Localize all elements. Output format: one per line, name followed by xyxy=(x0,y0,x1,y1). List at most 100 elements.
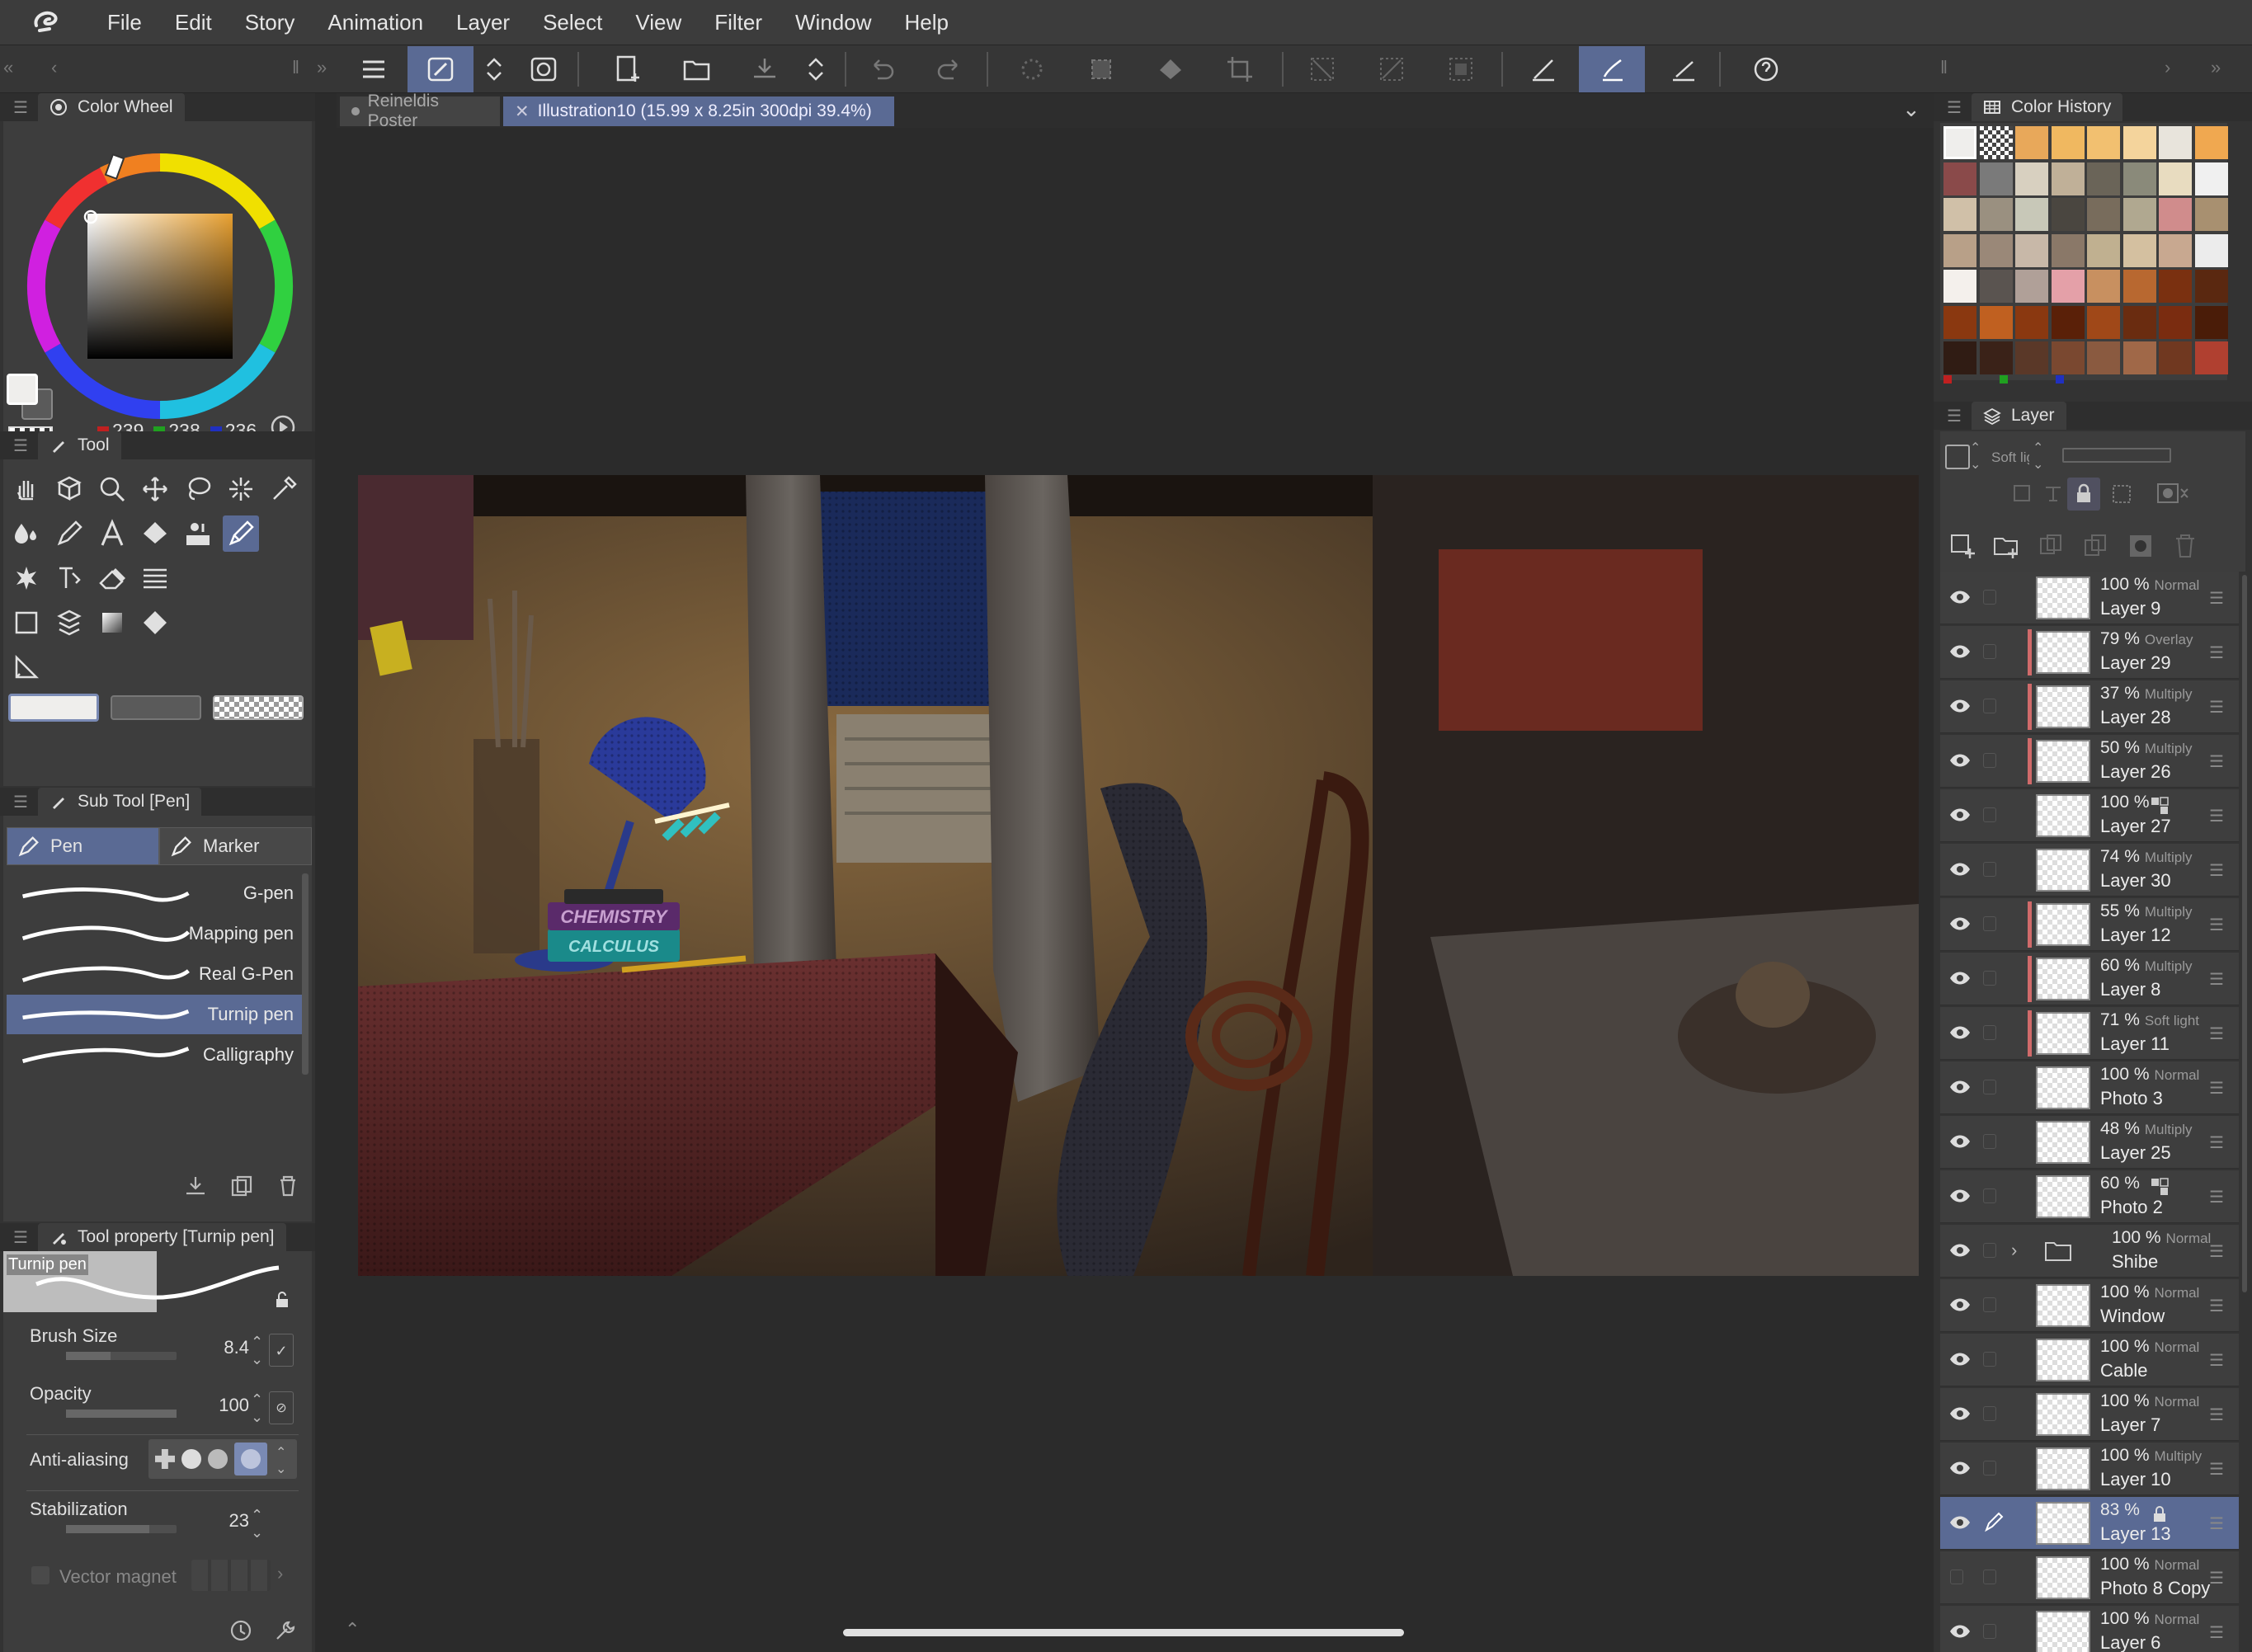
eye-icon[interactable] xyxy=(1948,1513,1972,1532)
opacity-stepper-icon[interactable]: ⌃ ⌄ xyxy=(251,1391,263,1426)
scroll-up-icon[interactable]: ⌃ xyxy=(345,1619,360,1640)
history-swatch[interactable] xyxy=(1979,341,2013,374)
main-color-bar[interactable] xyxy=(8,694,99,722)
menu-view[interactable]: View xyxy=(619,0,698,45)
brush-item-turnip-pen[interactable]: Turnip pen xyxy=(7,995,302,1034)
history-swatch[interactable] xyxy=(2194,162,2228,195)
frame-border-icon[interactable] xyxy=(137,560,173,596)
layer-menu-icon[interactable]: ☰ xyxy=(2209,1568,2224,1588)
layer-row[interactable]: 100 % Normal Photo 8 Copy ☰ xyxy=(1940,1551,2239,1604)
eye-icon[interactable] xyxy=(1948,588,1972,606)
layer-checkbox[interactable] xyxy=(1983,1624,1996,1639)
blend-mode-select[interactable]: Soft light xyxy=(1991,449,2029,466)
layer-row[interactable]: 83 % Layer 13 ☰ xyxy=(1940,1497,2239,1550)
brush-size-pressure-button[interactable]: ✓ xyxy=(269,1334,294,1367)
reset-icon[interactable] xyxy=(228,1617,254,1644)
stabilization-value[interactable]: 23 xyxy=(201,1510,249,1532)
collapse-right-icon[interactable]: » xyxy=(317,57,327,78)
blend-stepper-icon[interactable]: ⌃ ⌄ xyxy=(2033,440,2043,473)
eye-icon[interactable] xyxy=(1948,1132,1972,1151)
layer-row[interactable]: 100 % Normal Layer 9 ☰ xyxy=(1940,572,2239,624)
fill-bucket-icon[interactable] xyxy=(137,515,173,552)
layer-list-scrollbar[interactable] xyxy=(2242,575,2247,1292)
copy-layer-icon[interactable] xyxy=(2038,532,2066,560)
lock-icon[interactable] xyxy=(274,1291,290,1309)
history-swatch[interactable] xyxy=(1943,305,1976,339)
app-logo-icon[interactable] xyxy=(25,7,68,37)
layer-menu-icon[interactable]: ☰ xyxy=(2209,1350,2224,1371)
history-swatch[interactable] xyxy=(2122,162,2156,195)
eye-icon[interactable] xyxy=(1948,697,1972,715)
brush-item-real-g-pen[interactable]: Real G-Pen xyxy=(7,954,302,994)
text-icon[interactable] xyxy=(94,515,130,552)
panel-grip-icon-right[interactable]: ‖ xyxy=(1940,57,1948,78)
new-canvas-icon[interactable] xyxy=(609,50,647,88)
panel-menu-icon-tool[interactable]: ☰ xyxy=(13,435,38,456)
tab-marker[interactable]: Marker xyxy=(159,827,312,865)
menu-layer[interactable]: Layer xyxy=(440,0,526,45)
history-swatch[interactable] xyxy=(2015,198,2048,231)
brush-item-mapping-pen[interactable]: Mapping pen xyxy=(7,914,302,953)
layer-menu-icon[interactable]: ☰ xyxy=(2209,1296,2224,1316)
history-swatch[interactable] xyxy=(2194,341,2228,374)
history-swatch[interactable] xyxy=(1943,162,1976,195)
history-swatch[interactable] xyxy=(2159,233,2192,267)
document-tab-reineldis[interactable]: Reineldis Poster xyxy=(340,92,500,130)
layer-row[interactable]: 79 % Overlay Layer 29 ☰ xyxy=(1940,626,2239,679)
history-swatch[interactable] xyxy=(2194,126,2228,159)
panel-grip-icon[interactable]: ‖ xyxy=(292,57,299,78)
history-swatch[interactable] xyxy=(2051,233,2085,267)
history-swatch[interactable] xyxy=(2051,305,2085,339)
history-swatch[interactable] xyxy=(2122,270,2156,303)
menu-select[interactable]: Select xyxy=(526,0,619,45)
history-swatch[interactable] xyxy=(2015,270,2048,303)
layer-checkbox[interactable] xyxy=(1983,971,1996,986)
history-swatch[interactable] xyxy=(1943,341,1976,374)
layer-checkbox[interactable] xyxy=(1983,644,1996,659)
layer-row[interactable]: 37 % Multiply Layer 28 ☰ xyxy=(1940,680,2239,733)
history-swatch[interactable] xyxy=(2122,126,2156,159)
visibility-checkbox[interactable] xyxy=(1950,1570,1963,1584)
layer-checkbox[interactable] xyxy=(1983,699,1996,713)
aa-none-icon[interactable] xyxy=(155,1449,175,1469)
download-icon[interactable] xyxy=(183,1174,208,1198)
layer-menu-icon[interactable]: ☰ xyxy=(2209,697,2224,718)
tab-dropdown-chevron-icon[interactable]: ⌄ xyxy=(1902,96,1920,122)
panel-menu-icon-layer[interactable]: ☰ xyxy=(1947,406,1972,426)
color-wheel[interactable] xyxy=(21,148,299,425)
draft-icon[interactable] xyxy=(2042,482,2064,504)
history-swatch[interactable] xyxy=(2087,126,2120,159)
figure-icon[interactable] xyxy=(180,515,216,552)
history-swatch[interactable] xyxy=(2159,305,2192,339)
magic-wand-icon[interactable] xyxy=(223,471,259,507)
panel-menu-icon-subtool[interactable]: ☰ xyxy=(13,792,38,812)
history-swatch[interactable] xyxy=(2194,305,2228,339)
aa-stepper-icon[interactable]: ⌃ ⌄ xyxy=(276,1444,286,1477)
snap-ruler-icon[interactable] xyxy=(1665,50,1703,88)
help-icon[interactable] xyxy=(1747,50,1785,88)
save-icon[interactable] xyxy=(746,50,784,88)
chevron-left-icon[interactable]: ‹ xyxy=(51,57,57,78)
sub-color-bar[interactable] xyxy=(111,695,201,720)
eraser-icon[interactable] xyxy=(94,560,130,596)
history-swatch[interactable] xyxy=(2087,162,2120,195)
history-swatch[interactable] xyxy=(1979,270,2013,303)
history-swatch[interactable] xyxy=(1979,305,2013,339)
tab-pen[interactable]: Pen xyxy=(7,827,159,865)
illustration-canvas[interactable]: CHEMISTRY CALCULUS xyxy=(358,475,1919,1276)
layer-checkbox[interactable] xyxy=(1983,1080,1996,1094)
history-swatch[interactable] xyxy=(1979,162,2013,195)
anti-aliasing-selector[interactable]: ⌃ ⌄ xyxy=(148,1439,297,1479)
eye-icon[interactable] xyxy=(1948,1405,1972,1423)
collapse-left-icon[interactable]: « xyxy=(3,57,13,78)
layer-row[interactable]: 74 % Multiply Layer 30 ☰ xyxy=(1940,844,2239,897)
layer-menu-icon[interactable]: ☰ xyxy=(2209,1241,2224,1262)
layer-checkbox[interactable] xyxy=(1983,753,1996,768)
history-swatch[interactable] xyxy=(2122,233,2156,267)
layer-row[interactable]: 100 % Normal Cable ☰ xyxy=(1940,1334,2239,1386)
opacity-value[interactable]: 100 xyxy=(201,1395,249,1416)
layer-menu-icon[interactable]: ☰ xyxy=(2209,1405,2224,1425)
layer-menu-icon[interactable]: ☰ xyxy=(2209,1513,2224,1534)
history-swatch[interactable] xyxy=(2051,270,2085,303)
layer-row[interactable]: 100 % Multiply Layer 10 ☰ xyxy=(1940,1443,2239,1495)
